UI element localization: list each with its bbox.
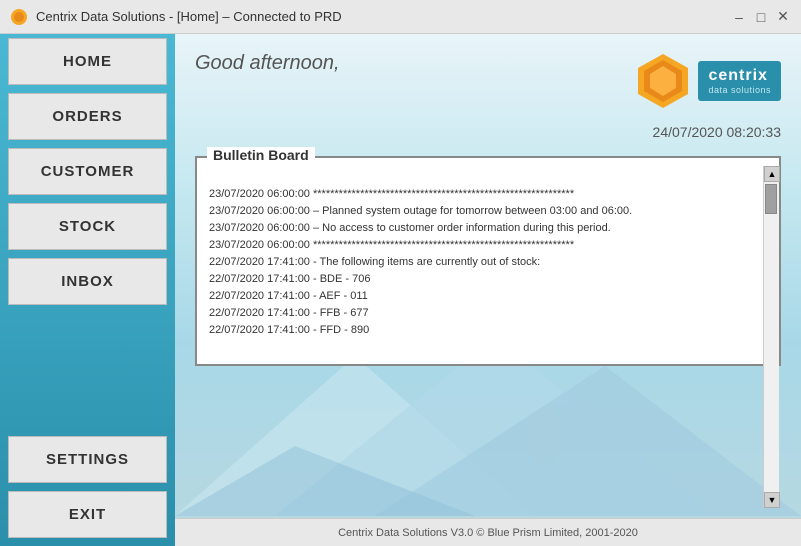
logo-area: centrix data solutions: [634, 52, 781, 110]
close-button[interactable]: ✕: [775, 9, 791, 25]
titlebar: Centrix Data Solutions - [Home] – Connec…: [0, 0, 801, 34]
sidebar-item-exit[interactable]: EXIT: [8, 491, 167, 538]
scroll-up-button[interactable]: ▲: [764, 166, 780, 182]
sidebar-item-orders[interactable]: ORDERS: [8, 93, 167, 140]
main-layout: HOME ORDERS CUSTOMER STOCK INBOX SETTING…: [0, 34, 801, 546]
greeting-text: Good afternoon,: [195, 52, 340, 75]
logo-sub: data solutions: [708, 85, 771, 95]
sidebar-item-home[interactable]: HOME: [8, 38, 167, 85]
bulletin-line: 22/07/2020 17:41:00 - FFD - 890: [209, 322, 753, 339]
scroll-down-button[interactable]: ▼: [764, 492, 780, 508]
sidebar-item-stock[interactable]: STOCK: [8, 203, 167, 250]
logo-text-container: centrix data solutions: [698, 61, 781, 101]
scroll-track: [764, 182, 779, 492]
bulletin-line: 22/07/2020 17:41:00 - AEF - 011: [209, 288, 753, 305]
app-icon: [10, 8, 28, 26]
bulletin-line: 23/07/2020 06:00:00 – No access to custo…: [209, 220, 753, 237]
bulletin-line: 22/07/2020 17:41:00 - FFB - 677: [209, 305, 753, 322]
bulletin-line: 22/07/2020 17:41:00 - BDE - 706: [209, 271, 753, 288]
bulletin-line: 23/07/2020 06:00:00 ********************…: [209, 237, 753, 254]
sidebar-item-customer[interactable]: CUSTOMER: [8, 148, 167, 195]
logo-brand: centrix: [708, 67, 771, 85]
bulletin-title: Bulletin Board: [207, 147, 315, 163]
titlebar-title: Centrix Data Solutions - [Home] – Connec…: [36, 9, 342, 24]
minimize-button[interactable]: –: [731, 9, 747, 25]
scroll-thumb[interactable]: [765, 184, 777, 214]
sidebar-item-inbox[interactable]: INBOX: [8, 258, 167, 305]
bulletin-wrapper: Bulletin Board 23/07/2020 06:00:00 *****…: [195, 156, 781, 510]
titlebar-controls: – □ ✕: [731, 9, 791, 25]
bulletin-line: 23/07/2020 06:00:00 – Planned system out…: [209, 203, 753, 220]
bulletin-board: Bulletin Board 23/07/2020 06:00:00 *****…: [195, 156, 781, 366]
bulletin-scrollbar[interactable]: ▲ ▼: [763, 166, 779, 508]
footer-text: Centrix Data Solutions V3.0 © Blue Prism…: [338, 527, 638, 539]
content-area: Good afternoon, centrix data solutions 2…: [175, 34, 801, 546]
logo-hexagon: [634, 52, 692, 110]
bulletin-content: 23/07/2020 06:00:00 ********************…: [203, 182, 759, 367]
bulletin-line: 22/07/2020 17:41:00 - The following item…: [209, 254, 753, 271]
titlebar-left: Centrix Data Solutions - [Home] – Connec…: [10, 8, 342, 26]
sidebar: HOME ORDERS CUSTOMER STOCK INBOX SETTING…: [0, 34, 175, 546]
datetime-display: 24/07/2020 08:20:33: [175, 124, 801, 140]
sidebar-item-settings[interactable]: SETTINGS: [8, 436, 167, 483]
content-header: Good afternoon, centrix data solutions: [175, 34, 801, 120]
sidebar-spacer: [0, 309, 175, 432]
maximize-button[interactable]: □: [753, 9, 769, 25]
footer: Centrix Data Solutions V3.0 © Blue Prism…: [175, 518, 801, 546]
bulletin-line: 23/07/2020 06:00:00 ********************…: [209, 186, 753, 203]
